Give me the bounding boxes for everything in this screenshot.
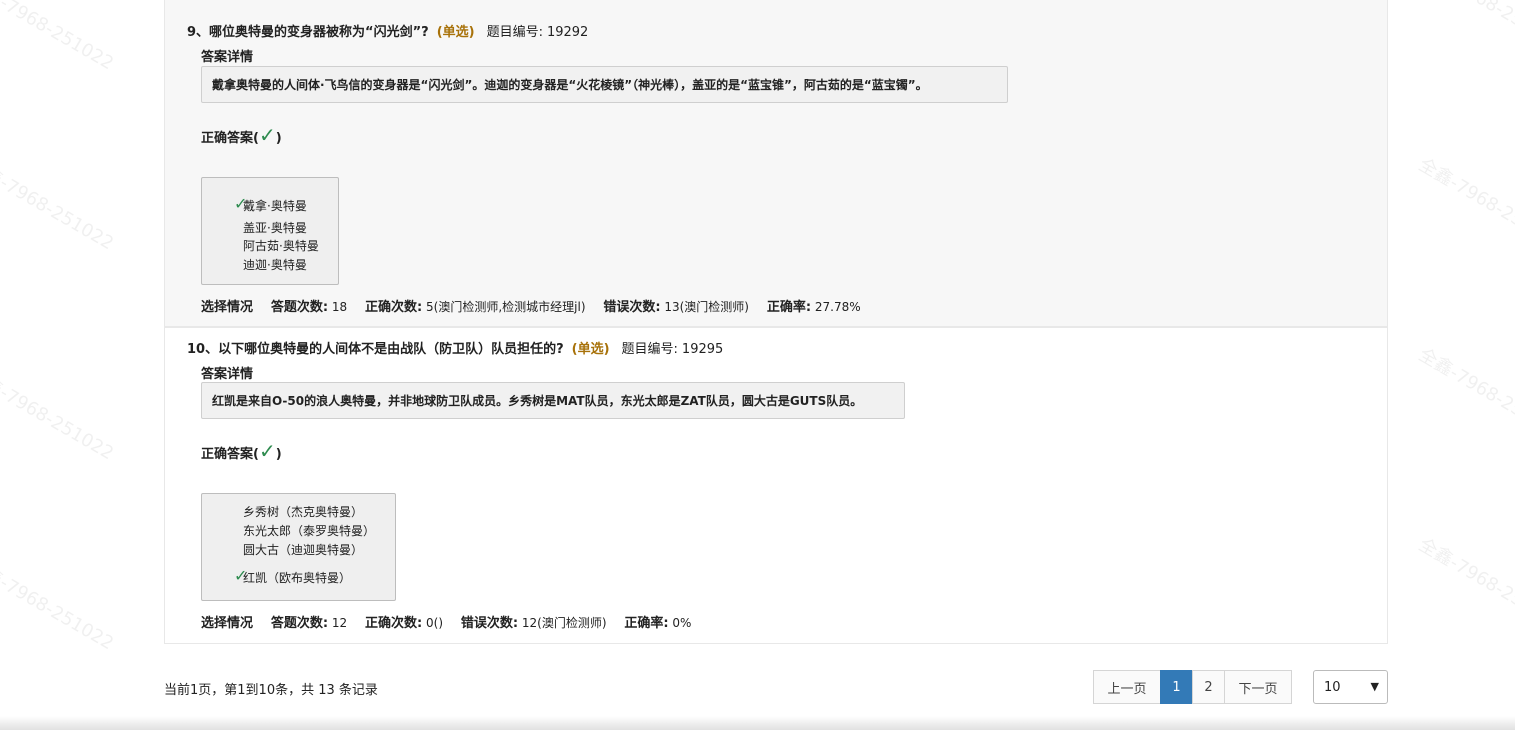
page-button-2[interactable]: 2 — [1192, 670, 1225, 704]
option-text: 盖亚·奥特曼 — [243, 221, 307, 235]
check-icon: ✓ — [258, 439, 276, 463]
answer-count-label: 答题次数: — [270, 300, 329, 315]
answer-detail-box: 红凯是来自O-50的浪人奥特曼，并非地球防卫队成员。乡秀树是MAT队员，东光太郎… — [201, 382, 905, 419]
pagination: 上一页 1 2 下一页 — [1093, 670, 1292, 704]
stats-label: 选择情况 — [201, 616, 254, 631]
page-button-1[interactable]: 1 — [1160, 670, 1193, 704]
accuracy: 27.78% — [814, 300, 861, 314]
accuracy-label: 正确率: — [624, 616, 669, 631]
answer-detail-text: 红凯是来自O-50的浪人奥特曼，并非地球防卫队成员。乡秀树是MAT队员，东光太郎… — [212, 394, 863, 408]
page-size-value: 10 — [1324, 679, 1341, 695]
wrong-count: 12(澳门检测师) — [521, 616, 607, 630]
option-item: 圆大古（迪迦奥特曼） — [243, 541, 363, 558]
check-icon: ✓ — [234, 566, 248, 585]
watermark-text: 全鑫-7968-251022 — [1414, 0, 1515, 55]
question-header: 9、哪位奥特曼的变身器被称为“闪光剑”? (单选) 题目编号: 19292 — [187, 21, 588, 40]
wrong-count-label: 错误次数: — [460, 616, 519, 631]
option-text: 红凯（欧布奥特曼） — [243, 571, 352, 585]
wrong-count: 13(澳门检测师) — [664, 300, 749, 314]
correct-count-label: 正确次数: — [364, 300, 423, 315]
watermark-text: 全鑫-7968-251022 — [0, 0, 118, 75]
option-item: ✓ 戴拿·奥特曼 — [234, 194, 307, 214]
answer-count-label: 答题次数: — [270, 616, 329, 631]
question-title: 9、哪位奥特曼的变身器被称为“闪光剑”? — [187, 25, 429, 40]
question-id: 19292 — [546, 25, 589, 40]
options-box: ✓ 戴拿·奥特曼 盖亚·奥特曼 阿古茹·奥特曼 迪迦·奥特曼 — [201, 177, 339, 285]
option-item: 乡秀树（杰克奥特曼） — [243, 503, 363, 520]
watermark-text: 全鑫-7968-251022 — [1414, 534, 1515, 635]
option-text: 阿古茹·奥特曼 — [243, 239, 319, 253]
answer-detail-box: 戴拿奥特曼的人间体·飞鸟信的变身器是“闪光剑”。迪迦的变身器是“火花棱镜”（神光… — [201, 66, 1008, 103]
question-header: 10、以下哪位奥特曼的人间体不是由战队（防卫队）队员担任的? (单选) 题目编号: 1… — [187, 338, 723, 357]
question-type: (单选) — [436, 25, 475, 40]
correct-answer-prefix: 正确答案( — [201, 447, 259, 462]
answer-count: 12 — [331, 616, 348, 630]
correct-count: 5(澳门检测师,检测城市经理jl) — [426, 300, 586, 314]
accuracy-label: 正确率: — [766, 300, 812, 315]
option-text: 圆大古（迪迦奥特曼） — [243, 543, 364, 557]
option-item: 盖亚·奥特曼 — [243, 219, 307, 236]
option-text: 乡秀树（杰克奥特曼） — [243, 505, 364, 519]
accuracy: 0% — [672, 616, 692, 630]
question-id: 19295 — [681, 342, 724, 357]
correct-answer-suffix: ) — [275, 447, 282, 462]
question-card: 10、以下哪位奥特曼的人间体不是由战队（防卫队）队员担任的? (单选) 题目编号: 1… — [164, 327, 1388, 644]
watermark-text: 全鑫-7968-251022 — [1414, 154, 1515, 255]
watermark-text: 全鑫-7968-251022 — [0, 554, 118, 655]
correct-answer-suffix: ) — [275, 131, 282, 146]
correct-answer-prefix: 正确答案( — [201, 131, 259, 146]
selection-stats: 选择情况 答题次数: 18 正确次数: 5(澳门检测师,检测城市经理jl) 错误… — [201, 296, 861, 315]
answer-detail-text: 戴拿奥特曼的人间体·飞鸟信的变身器是“闪光剑”。迪迦的变身器是“火花棱镜”（神光… — [212, 78, 928, 92]
next-page-button[interactable]: 下一页 — [1224, 670, 1292, 704]
prev-page-button[interactable]: 上一页 — [1093, 670, 1161, 704]
pagination-summary: 当前1页，第1到10条，共 13 条记录 — [164, 683, 378, 698]
question-title: 10、以下哪位奥特曼的人间体不是由战队（防卫队）队员担任的? — [187, 342, 564, 357]
option-item: ✓ 红凯（欧布奥特曼） — [234, 566, 352, 586]
correct-answer-label: 正确答案(✓) — [201, 123, 282, 147]
chevron-down-icon: ▼ — [1370, 680, 1379, 693]
stats-label: 选择情况 — [201, 300, 254, 315]
option-item: 东光太郎（泰罗奥特曼） — [243, 522, 375, 539]
wrong-count-label: 错误次数: — [603, 300, 661, 315]
correct-count: 0() — [426, 616, 444, 630]
question-card: 9、哪位奥特曼的变身器被称为“闪光剑”? (单选) 题目编号: 19292 答案详情 … — [164, 0, 1388, 327]
answer-detail-label: 答案详情 — [201, 367, 254, 382]
check-icon: ✓ — [234, 194, 248, 213]
question-id-label: 题目编号: — [621, 342, 678, 357]
question-type: (单选) — [571, 342, 610, 357]
correct-count-label: 正确次数: — [364, 616, 423, 631]
watermark-text: 全鑫-7968-251022 — [1414, 344, 1515, 445]
answer-detail-label: 答案详情 — [201, 50, 254, 65]
correct-answer-label: 正确答案(✓) — [201, 439, 282, 463]
option-text: 东光太郎（泰罗奥特曼） — [243, 524, 376, 538]
selection-stats: 选择情况 答题次数: 12 正确次数: 0() 错误次数: 12(澳门检测师) … — [201, 612, 691, 631]
check-icon: ✓ — [258, 123, 276, 147]
option-text: 戴拿·奥特曼 — [243, 199, 307, 213]
watermark-text: 全鑫-7968-251022 — [0, 364, 118, 465]
options-box: 乡秀树（杰克奥特曼） 东光太郎（泰罗奥特曼） 圆大古（迪迦奥特曼） ✓ 红凯（欧布… — [201, 493, 396, 601]
option-text: 迪迦·奥特曼 — [243, 258, 307, 272]
page-size-select[interactable]: 10 ▼ — [1313, 670, 1388, 704]
bottom-shadow — [0, 716, 1515, 730]
answer-count: 18 — [331, 300, 348, 314]
question-id-label: 题目编号: — [486, 25, 543, 40]
option-item: 阿古茹·奥特曼 — [243, 237, 319, 254]
watermark-text: 全鑫-7968-251022 — [0, 154, 118, 255]
option-item: 迪迦·奥特曼 — [243, 256, 307, 273]
